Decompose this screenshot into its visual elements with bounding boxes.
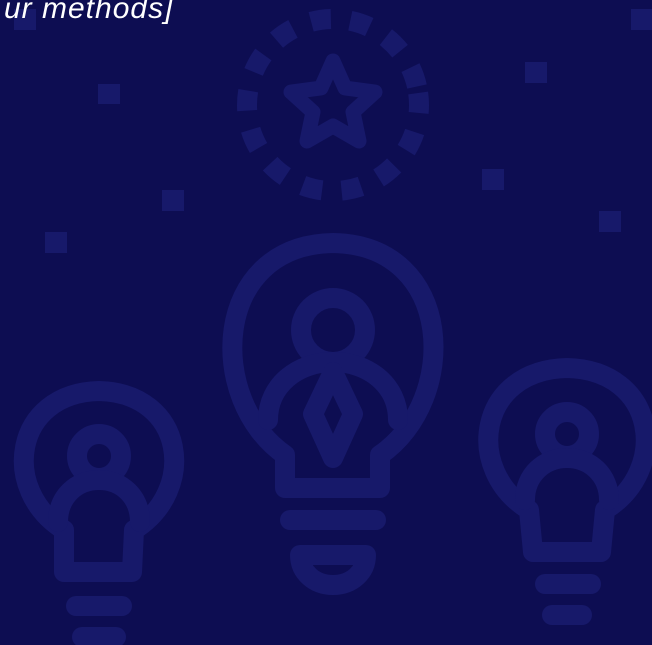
hero-background: ur methods] xyxy=(0,0,652,645)
confetti-square-icon xyxy=(162,190,184,211)
headline-text: ur methods] xyxy=(4,0,174,25)
confetti-square-icon xyxy=(599,211,621,232)
confetti-square-icon xyxy=(631,9,652,30)
confetti-square-icon xyxy=(45,232,67,253)
background-illustration xyxy=(0,0,652,645)
confetti-square-icon xyxy=(525,62,547,83)
confetti-square-icon xyxy=(98,84,120,104)
confetti-square-icon xyxy=(482,169,504,190)
